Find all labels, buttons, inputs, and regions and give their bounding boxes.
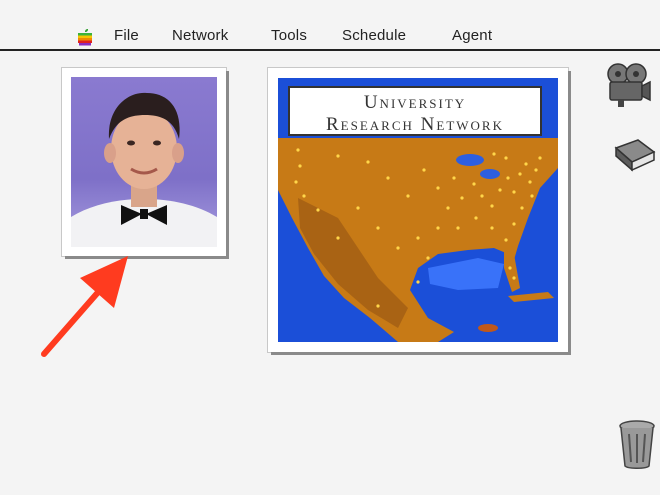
red-arrow-icon [41, 256, 128, 357]
menubar-divider [0, 49, 660, 51]
menu-tools[interactable]: Tools [271, 27, 307, 44]
portrait-illustration [71, 92, 217, 247]
menu-file[interactable]: File [114, 27, 139, 44]
menu-agent[interactable]: Agent [452, 27, 492, 44]
apple-menu-icon[interactable] [76, 28, 94, 46]
trash-can-icon[interactable] [616, 418, 658, 470]
map-title-banner: University Research Network [288, 86, 542, 136]
research-network-window[interactable]: University Research Network [268, 68, 568, 352]
map-title-line1: University [363, 92, 467, 113]
portrait-photo [71, 77, 217, 247]
menu-network[interactable]: Network [172, 27, 228, 44]
menu-schedule[interactable]: Schedule [342, 27, 406, 44]
book-icon[interactable] [612, 138, 656, 174]
research-network-map[interactable]: University Research Network [278, 78, 558, 342]
film-camera-icon[interactable] [604, 62, 652, 108]
map-title-line2: Research Network [326, 114, 504, 135]
photo-window[interactable] [62, 68, 226, 256]
